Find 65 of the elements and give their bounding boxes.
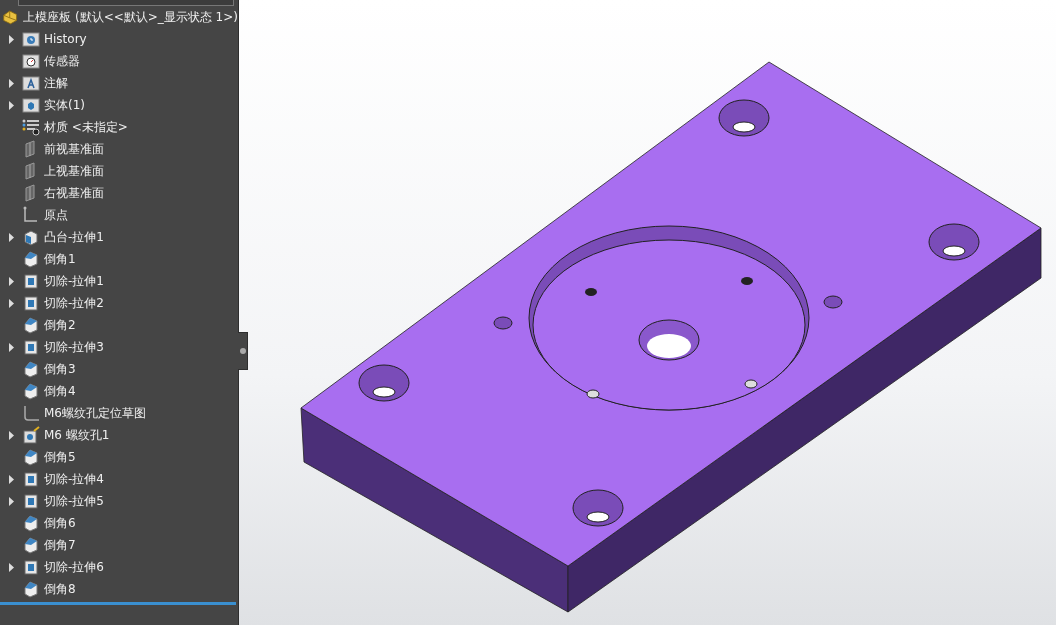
tree-item[interactable]: 上视基准面	[44, 162, 104, 180]
tree-item[interactable]: 前视基准面	[44, 140, 104, 158]
tree-item[interactable]: 倒角8	[44, 580, 76, 598]
cut-extrude-icon	[22, 470, 40, 488]
expand-arrow-icon[interactable]	[8, 342, 14, 352]
tree-item[interactable]: 倒角3	[44, 360, 76, 378]
tree-item[interactable]: 倒角6	[44, 514, 76, 532]
chamfer-icon	[22, 382, 40, 400]
expand-arrow-icon[interactable]	[8, 562, 14, 572]
chamfer-icon	[22, 448, 40, 466]
expand-arrow-icon[interactable]	[8, 34, 14, 44]
filter-field[interactable]	[18, 0, 234, 6]
chamfer-icon	[22, 536, 40, 554]
cube-folder-icon	[22, 96, 40, 114]
part-name[interactable]: 上模座板 (默认<<默认>_显示状态 1>)	[23, 8, 238, 26]
tree-item[interactable]: 右视基准面	[44, 184, 104, 202]
tree-item[interactable]: 切除-拉伸5	[44, 492, 104, 510]
panel-collapse-handle[interactable]	[238, 332, 248, 370]
expand-arrow-icon[interactable]	[8, 78, 14, 88]
clock-folder-icon	[22, 30, 40, 48]
cut-extrude-icon	[22, 558, 40, 576]
tree-item[interactable]: M6 螺纹孔1	[44, 426, 110, 444]
tree-item[interactable]: M6螺纹孔定位草图	[44, 404, 146, 422]
tree-item[interactable]: 倒角1	[44, 250, 76, 268]
tree-item[interactable]: 倒角2	[44, 316, 76, 334]
expand-arrow-icon[interactable]	[8, 298, 14, 308]
tree-item[interactable]: History	[44, 32, 87, 46]
tree-item[interactable]: 传感器	[44, 52, 80, 70]
sketch-icon	[22, 404, 40, 422]
expand-arrow-icon[interactable]	[8, 232, 14, 242]
tree-item[interactable]: 注解	[44, 74, 68, 92]
cut-extrude-icon	[22, 338, 40, 356]
tree-item[interactable]: 切除-拉伸1	[44, 272, 104, 290]
tree-item[interactable]: 凸台-拉伸1	[44, 228, 104, 246]
letter-folder-icon	[22, 74, 40, 92]
chamfer-icon	[22, 360, 40, 378]
expand-arrow-icon[interactable]	[8, 276, 14, 286]
hole-wizard-icon	[22, 426, 40, 444]
cut-extrude-icon	[22, 492, 40, 510]
chamfer-icon	[22, 316, 40, 334]
tree-item[interactable]: 切除-拉伸6	[44, 558, 104, 576]
tree-item[interactable]: 切除-拉伸3	[44, 338, 104, 356]
tree-item[interactable]: 实体(1)	[44, 96, 85, 114]
chamfer-icon	[22, 580, 40, 598]
dot-icon	[239, 348, 246, 354]
tree-item[interactable]: 原点	[44, 206, 68, 224]
expand-arrow-icon[interactable]	[8, 496, 14, 506]
cut-extrude-icon	[22, 272, 40, 290]
tree-item[interactable]: 切除-拉伸2	[44, 294, 104, 312]
chamfer-icon	[22, 514, 40, 532]
tree-item[interactable]: 切除-拉伸4	[44, 470, 104, 488]
origin-icon	[22, 206, 40, 224]
tree-item[interactable]: 材质 <未指定>	[44, 118, 128, 136]
expand-arrow-icon[interactable]	[8, 474, 14, 484]
cut-extrude-icon	[22, 294, 40, 312]
chamfer-icon	[22, 250, 40, 268]
part-icon	[2, 7, 20, 27]
tree-item[interactable]: 倒角4	[44, 382, 76, 400]
tree-item[interactable]: 倒角5	[44, 448, 76, 466]
expand-arrow-icon[interactable]	[8, 100, 14, 110]
extrude-icon	[22, 228, 40, 246]
tree-item[interactable]: 倒角7	[44, 536, 76, 554]
expand-arrow-icon[interactable]	[8, 430, 14, 440]
gauge-folder-icon	[22, 52, 40, 70]
material-list-icon	[22, 118, 40, 136]
